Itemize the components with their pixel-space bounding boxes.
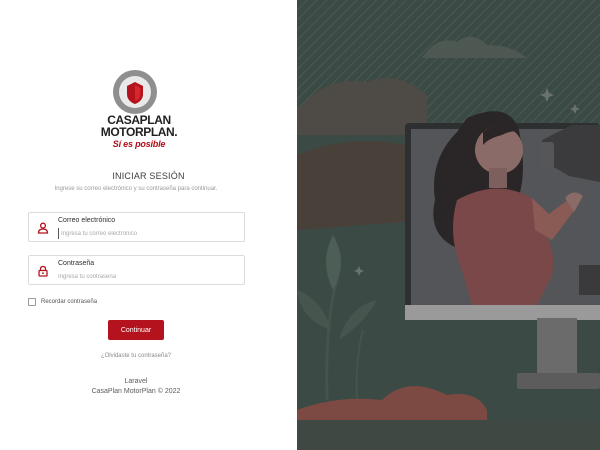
shield-icon (127, 82, 143, 104)
remember-checkbox[interactable] (28, 298, 36, 306)
password-field[interactable]: Contraseña (28, 255, 245, 285)
page-title: INICIAR SESIÓN (112, 171, 185, 181)
brand-line2: MOTORPLAN. (100, 125, 178, 139)
forgot-password-link[interactable]: ¿Olvidaste tu contraseña? (0, 353, 272, 359)
footer-copyright: CasaPlan MotorPlan © 2022 (91, 388, 181, 395)
hero-panel (297, 0, 600, 450)
password-input[interactable] (58, 271, 238, 282)
remember-row[interactable]: Recordar contraseña (28, 297, 97, 307)
login-panel: CASAPLAN MOTORPLAN. Sí es posible INICIA… (0, 0, 297, 450)
brand-tagline: Sí es posible (112, 139, 166, 149)
logo-mark (113, 70, 157, 114)
footer-framework: Laravel (124, 378, 148, 385)
page-subtitle: Ingrese su correo electrónico y su contr… (54, 186, 218, 192)
user-icon (37, 222, 49, 234)
email-field[interactable]: Correo electrónico (28, 212, 245, 242)
email-input[interactable] (58, 228, 238, 239)
email-label: Correo electrónico (58, 217, 116, 224)
password-label: Contraseña (58, 260, 95, 267)
hero-illustration (297, 0, 600, 450)
remember-label[interactable]: Recordar contraseña (41, 299, 97, 305)
continue-button[interactable]: Continuar (108, 320, 164, 340)
brand-logo: CASAPLAN MOTORPLAN. Sí es posible (100, 70, 178, 152)
lock-icon (38, 265, 48, 277)
